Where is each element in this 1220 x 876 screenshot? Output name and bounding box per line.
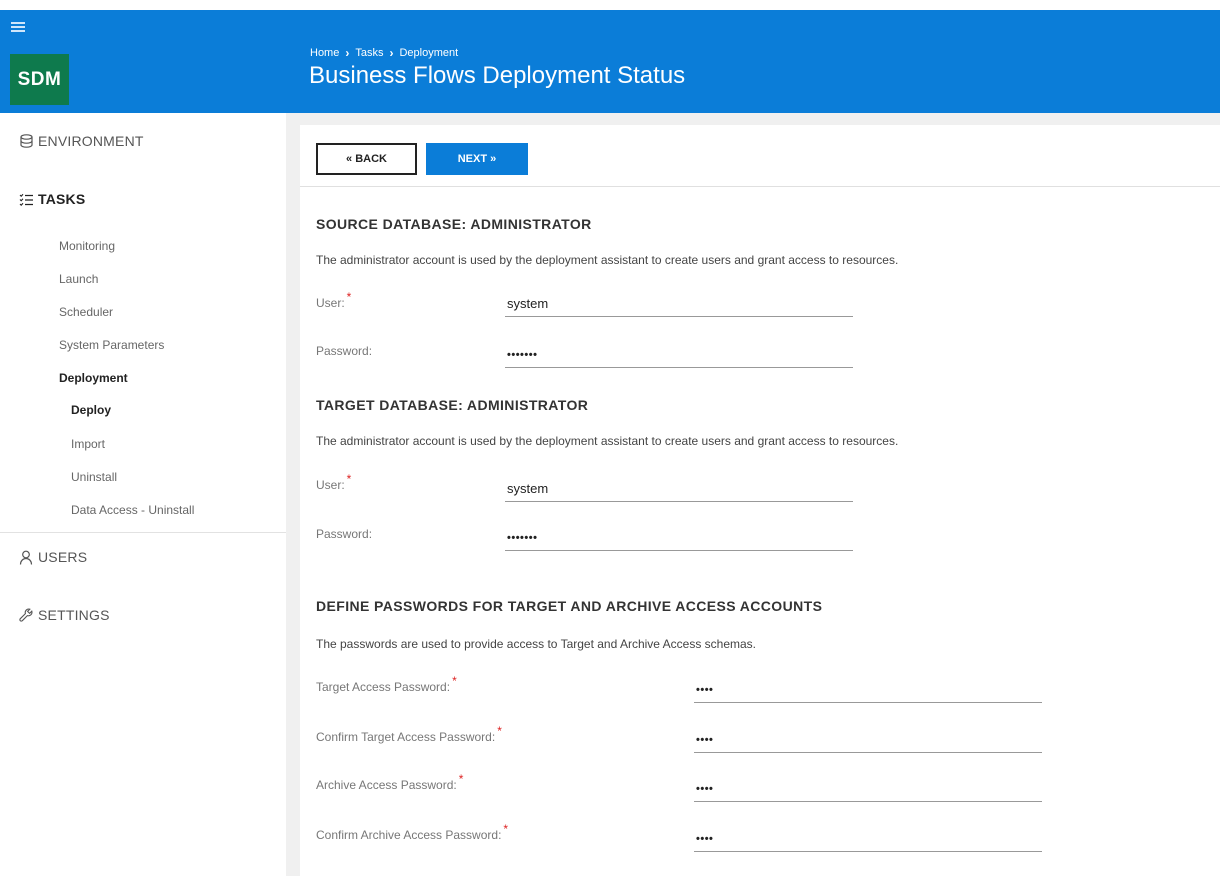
required-asterisk: *: [497, 724, 502, 738]
sidebar-section-settings-label: SETTINGS: [38, 607, 110, 623]
required-asterisk: *: [346, 472, 352, 486]
target-access-password-label-text: Target Access Password:: [316, 680, 451, 694]
target-password-label: Password:: [316, 527, 373, 541]
source-password-input[interactable]: [505, 342, 853, 368]
sidebar-section-users-label: USERS: [38, 549, 88, 565]
chevron-right-icon: ›: [345, 46, 350, 60]
breadcrumb: Home › Tasks › Deployment: [310, 46, 458, 60]
page-title: Business Flows Deployment Status: [309, 62, 686, 89]
archive-access-password-input[interactable]: [694, 776, 1042, 802]
target-user-input[interactable]: [505, 476, 853, 502]
content-top-gutter: [286, 113, 1220, 125]
sidebar-item-data-access-uninstall[interactable]: Data Access - Uninstall: [71, 503, 194, 517]
passwords-title: DEFINE PASSWORDS FOR TARGET AND ARCHIVE …: [316, 598, 823, 614]
wrench-icon: [18, 607, 34, 623]
sidebar-item-scheduler[interactable]: Scheduler: [59, 305, 113, 319]
source-user-label-text: User:: [316, 296, 345, 310]
sidebar-divider: [0, 532, 286, 533]
target-user-label: User: *: [316, 472, 351, 492]
confirm-archive-access-password-label-text: Confirm Archive Access Password:: [316, 828, 502, 842]
back-button[interactable]: « BACK: [316, 143, 417, 175]
required-asterisk: *: [346, 290, 352, 304]
source-db-title: SOURCE DATABASE: ADMINISTRATOR: [316, 216, 592, 232]
confirm-archive-access-password-label: Confirm Archive Access Password: *: [316, 822, 508, 842]
source-password-label: Password:: [316, 344, 373, 358]
sidebar-section-tasks[interactable]: TASKS: [18, 191, 85, 207]
sidebar-section-environment-label: ENVIRONMENT: [38, 133, 144, 149]
confirm-target-access-password-input[interactable]: [694, 727, 1042, 753]
target-access-password-label: Target Access Password: *: [316, 674, 457, 694]
sidebar-section-tasks-label: TASKS: [38, 191, 86, 207]
required-asterisk: *: [503, 822, 509, 836]
sidebar-section-users[interactable]: USERS: [18, 549, 87, 565]
sidebar-item-uninstall[interactable]: Uninstall: [71, 470, 117, 484]
sidebar-section-settings[interactable]: SETTINGS: [18, 607, 110, 623]
content-gutter: [286, 113, 300, 876]
breadcrumb-deployment[interactable]: Deployment: [399, 47, 458, 59]
next-button[interactable]: NEXT »: [426, 143, 528, 175]
source-user-label: User: *: [316, 290, 351, 310]
target-password-input[interactable]: [505, 525, 853, 551]
sidebar-item-import[interactable]: Import: [71, 437, 105, 451]
target-access-password-input[interactable]: [694, 677, 1042, 703]
breadcrumb-home[interactable]: Home: [310, 47, 339, 59]
required-asterisk: *: [452, 674, 457, 688]
hamburger-menu-icon[interactable]: [11, 22, 25, 32]
confirm-target-access-password-label: Confirm Target Access Password: *: [316, 724, 502, 744]
confirm-archive-access-password-input[interactable]: [694, 826, 1042, 852]
archive-access-password-label: Archive Access Password: *: [316, 772, 463, 792]
database-icon: [18, 133, 34, 149]
sidebar-item-deploy[interactable]: Deploy: [71, 403, 111, 417]
target-db-title: TARGET DATABASE: ADMINISTRATOR: [316, 397, 589, 413]
target-user-label-text: User:: [316, 478, 345, 492]
user-icon: [18, 549, 34, 565]
chevron-right-icon: ›: [389, 46, 394, 60]
sidebar-section-environment[interactable]: ENVIRONMENT: [18, 133, 144, 149]
toolbar-divider: [300, 186, 1220, 187]
sdm-logo: SDM: [10, 54, 69, 105]
required-asterisk: *: [458, 772, 464, 786]
task-list-icon: [18, 191, 34, 207]
source-db-description: The administrator account is used by the…: [316, 253, 899, 267]
target-db-description: The administrator account is used by the…: [316, 434, 899, 448]
sidebar-item-deployment[interactable]: Deployment: [59, 371, 128, 385]
source-user-input[interactable]: [505, 291, 853, 317]
archive-access-password-label-text: Archive Access Password:: [316, 778, 457, 792]
sidebar-item-system-parameters[interactable]: System Parameters: [59, 338, 164, 352]
confirm-target-access-password-label-text: Confirm Target Access Password:: [316, 730, 496, 744]
sidebar: [0, 113, 286, 876]
sidebar-item-monitoring[interactable]: Monitoring: [59, 239, 115, 253]
sidebar-item-launch[interactable]: Launch: [59, 272, 98, 286]
passwords-description: The passwords are used to provide access…: [316, 637, 757, 651]
breadcrumb-tasks[interactable]: Tasks: [355, 47, 383, 59]
